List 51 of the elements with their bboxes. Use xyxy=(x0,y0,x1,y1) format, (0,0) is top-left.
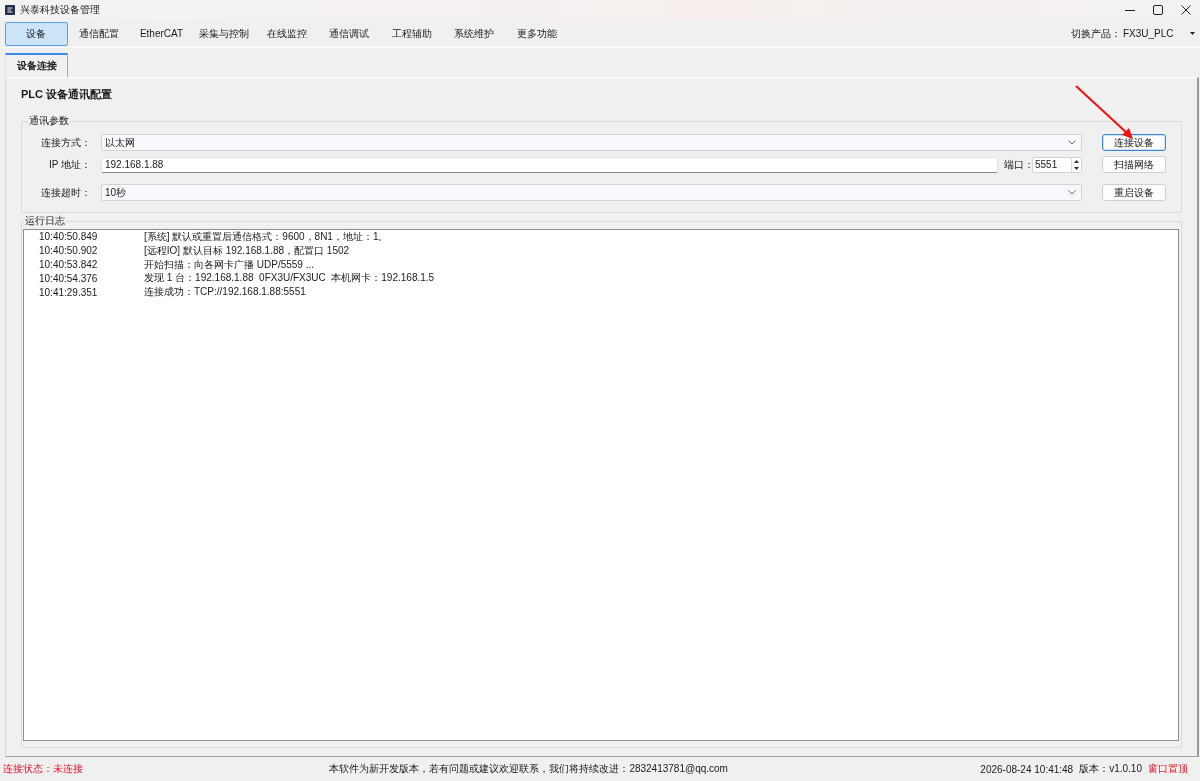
chevron-down-icon xyxy=(1068,190,1076,195)
chevron-down-icon xyxy=(1068,140,1076,145)
window-title: 兴泰科技设备管理 xyxy=(20,4,100,16)
triangle-down-icon xyxy=(1074,166,1079,170)
product-switch-label: 切换产品： xyxy=(1071,26,1121,41)
field-label: 连接方式： xyxy=(40,135,91,150)
notice-text: 本软件为新开发版本，若有问题或建议欢迎联系，我们将持续改进：2832413781@qq.com xyxy=(328,762,729,776)
group-title: 通讯参数 xyxy=(28,115,70,127)
log-message: [远程IO] 默认目标 192.168.1.88，配置口 1502 xyxy=(144,243,350,258)
log-message: 开始扫描：向各网卡广播 UDP/5559 ... xyxy=(144,257,315,272)
field-label: 端口： xyxy=(1004,157,1032,172)
sub-tab[interactable]: 设备连接 xyxy=(5,53,68,77)
product-dropdown[interactable]: FX3U_PLC xyxy=(1121,24,1197,43)
log-time: 10:40:50.902 xyxy=(38,245,99,257)
field-label: 连接超时： xyxy=(40,185,91,200)
minimize-icon xyxy=(1125,9,1135,11)
menu-tab[interactable]: 工程辅助 xyxy=(380,21,444,46)
menu-tab[interactable]: 更多功能 xyxy=(505,21,569,46)
maximize-icon xyxy=(1153,5,1163,15)
menu-tab[interactable]: 设备 xyxy=(5,21,68,46)
field-label: IP 地址： xyxy=(47,157,91,172)
menu-tab[interactable]: EtherCAT xyxy=(130,21,193,46)
menu-tab[interactable]: 采集与控制 xyxy=(192,21,256,46)
spin-field[interactable]: 5551 xyxy=(1032,156,1082,173)
pin-window-link[interactable]: 窗口置顶 xyxy=(1148,762,1188,776)
group-title: 运行日志 xyxy=(24,215,66,227)
input-field[interactable]: 192.168.1.88 xyxy=(101,156,998,173)
log-message: [系统] 默认或重置后通信格式：9600，8N1，地址：1。 xyxy=(144,230,389,244)
version-text: 版本：v1.0.10 xyxy=(1079,762,1142,776)
select-field[interactable]: 以太网 xyxy=(101,134,1082,151)
menu-tab[interactable]: 通信配置 xyxy=(67,21,131,46)
menu-tab[interactable]: 系统维护 xyxy=(443,21,506,46)
log-time: 10:40:53.842 xyxy=(38,259,99,270)
connection-status: 连接状态：未连接 xyxy=(3,762,83,776)
log-time: 10:41:29.351 xyxy=(38,286,99,298)
app-icon xyxy=(5,5,15,15)
page-title: PLC 设备通讯配置 xyxy=(21,88,114,101)
log-time: 10:40:54.376 xyxy=(38,272,99,284)
action-button[interactable]: 重启设备 xyxy=(1102,184,1166,201)
triangle-up-icon xyxy=(1074,159,1079,163)
log-message: 发现 1 台：192.168.1.88 0FX3U/FX3UC 本机网卡：192.168.1.5 xyxy=(144,271,435,286)
close-icon xyxy=(1181,5,1191,15)
caret-down-icon xyxy=(1190,32,1195,35)
datetime-text: 2026-08-24 10:41:48 xyxy=(980,763,1074,775)
menu-tab[interactable]: 在线监控 xyxy=(255,21,318,46)
menu-tab[interactable]: 通信调试 xyxy=(317,21,381,46)
log-message: 连接成功：TCP://192.168.1.88:5551 xyxy=(144,285,306,300)
select-field[interactable]: 10秒 xyxy=(101,184,1082,201)
action-button[interactable]: 扫描网络 xyxy=(1102,156,1166,173)
log-time: 10:40:50.849 xyxy=(38,231,99,243)
action-button[interactable]: 连接设备 xyxy=(1102,134,1166,151)
